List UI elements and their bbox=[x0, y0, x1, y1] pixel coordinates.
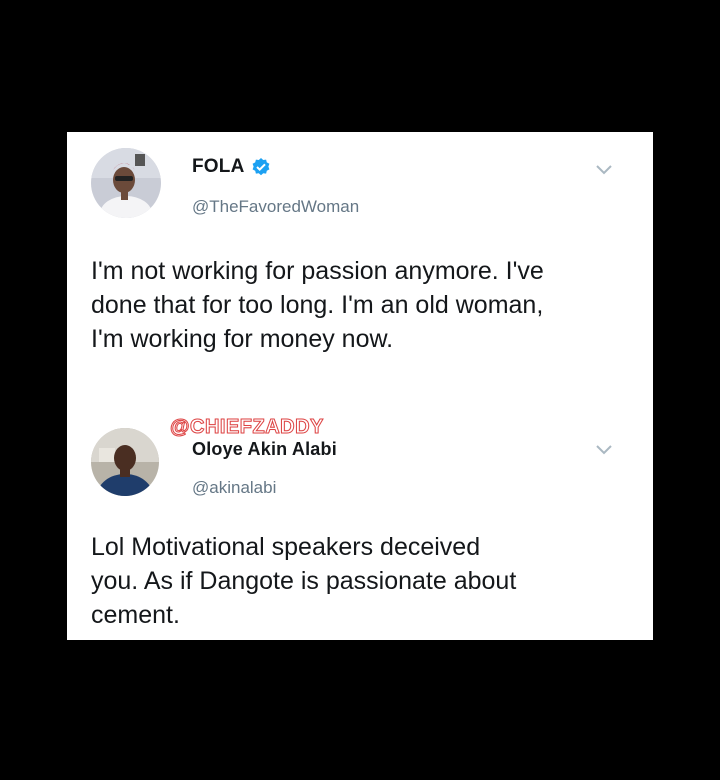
watermark: @CHIEFZADDY bbox=[170, 416, 324, 439]
user-handle[interactable]: @TheFavoredWoman bbox=[192, 197, 359, 217]
chevron-down-icon[interactable] bbox=[595, 164, 613, 176]
verified-badge-icon bbox=[252, 158, 269, 176]
avatar[interactable] bbox=[91, 148, 161, 218]
reply-tweet: @CHIEFZADDY Oloye Akin Alabi @akinalabi … bbox=[67, 412, 653, 640]
tweet-text: Lol Motivational speakers deceived you. … bbox=[91, 533, 517, 629]
author-name-row: FOLA bbox=[192, 156, 271, 178]
user-handle[interactable]: @akinalabi bbox=[192, 478, 276, 498]
author-name-row: Oloye Akin Alabi bbox=[192, 439, 337, 460]
original-tweet: FOLA @TheFavoredWoman I'm not working fo… bbox=[67, 132, 653, 382]
display-name[interactable]: FOLA bbox=[192, 156, 245, 178]
display-name[interactable]: Oloye Akin Alabi bbox=[192, 439, 337, 460]
avatar[interactable] bbox=[91, 428, 159, 496]
tweet-screenshot-card: FOLA @TheFavoredWoman I'm not working fo… bbox=[67, 132, 653, 640]
tweet-text: I'm not working for passion anymore. I'v… bbox=[91, 257, 544, 353]
chevron-down-icon[interactable] bbox=[595, 444, 613, 456]
